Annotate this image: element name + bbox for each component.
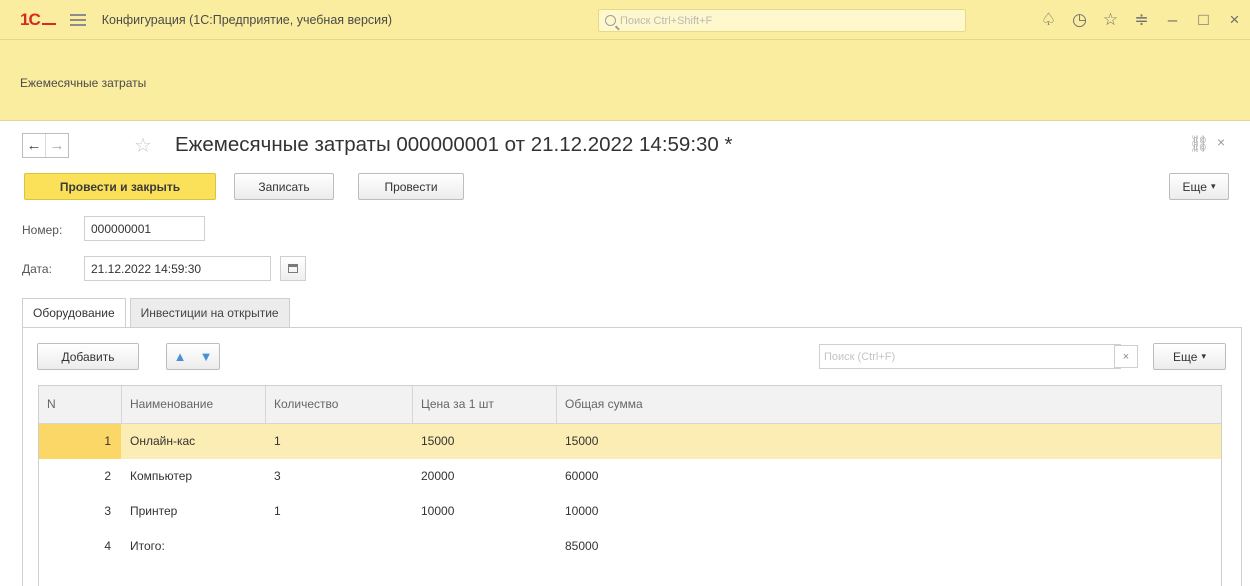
more-button[interactable]: Еще ▾ <box>1169 173 1229 200</box>
row-name[interactable]: Принтер <box>122 494 266 529</box>
table-header: N Наименование Количество Цена за 1 шт О… <box>39 386 1221 424</box>
tab-investments[interactable]: Инвестиции на открытие <box>129 298 290 328</box>
row-price[interactable]: 20000 <box>413 459 557 494</box>
link-icon[interactable]: ⛓ <box>1189 134 1209 154</box>
forward-arrow-icon[interactable]: → <box>45 134 68 157</box>
calendar-icon[interactable] <box>280 256 306 281</box>
row-total[interactable]: 15000 <box>557 424 957 459</box>
section-panel: Ежемесячные затраты <box>0 40 1250 121</box>
close-form-icon[interactable]: × <box>1217 134 1225 150</box>
table-search-input[interactable]: Поиск (Ctrl+F) <box>819 344 1121 369</box>
history-icon[interactable]: ◷ <box>1064 10 1095 30</box>
chevron-down-icon: ▾ <box>1210 181 1216 191</box>
table-row[interactable]: 4 Итого: 85000 <box>39 529 1221 564</box>
row-total[interactable]: 10000 <box>557 494 957 529</box>
post-button[interactable]: Провести <box>358 173 464 200</box>
tab-equipment[interactable]: Оборудование <box>22 298 126 328</box>
minimize-icon[interactable]: – <box>1157 10 1188 30</box>
number-field[interactable]: 000000001 <box>84 216 205 241</box>
global-search-input[interactable]: Поиск Ctrl+Shift+F <box>598 9 966 32</box>
row-number: 3 <box>104 504 111 518</box>
row-quantity[interactable] <box>266 529 413 564</box>
row-number: 4 <box>104 539 111 553</box>
row-number: 1 <box>39 424 121 459</box>
system-icons: ♤ ◷ ☆ ≑ – □ × <box>1033 0 1250 40</box>
header-name[interactable]: Наименование <box>122 386 266 423</box>
header-total[interactable]: Общая сумма <box>557 386 1221 423</box>
date-field[interactable]: 21.12.2022 14:59:30 <box>84 256 271 281</box>
bell-icon[interactable]: ♤ <box>1033 10 1064 30</box>
row-price[interactable] <box>413 529 557 564</box>
maximize-icon[interactable]: □ <box>1188 10 1219 30</box>
settings-icon[interactable]: ≑ <box>1126 10 1157 30</box>
table-row[interactable]: 3 Принтер 1 10000 10000 <box>39 494 1221 529</box>
table-row[interactable]: 2 Компьютер 3 20000 60000 <box>39 459 1221 494</box>
date-label: Дата: <box>22 262 52 276</box>
navigation-buttons: ← → <box>22 133 69 158</box>
row-price[interactable]: 10000 <box>413 494 557 529</box>
logo-text: 1С <box>20 9 41 29</box>
back-arrow-icon[interactable]: ← <box>23 134 45 157</box>
save-button[interactable]: Записать <box>234 173 334 200</box>
number-label: Номер: <box>22 223 63 237</box>
row-total[interactable]: 85000 <box>557 529 957 564</box>
menu-icon[interactable] <box>69 13 86 26</box>
app-logo[interactable]: 1С <box>20 10 56 30</box>
row-quantity[interactable]: 1 <box>266 424 413 459</box>
header-n[interactable]: N <box>39 386 122 423</box>
star-icon[interactable]: ☆ <box>1095 10 1126 30</box>
favorite-star-icon[interactable]: ☆ <box>134 133 152 158</box>
move-up-icon[interactable]: ▲ <box>174 349 187 364</box>
global-search-placeholder: Поиск Ctrl+Shift+F <box>620 14 713 27</box>
move-down-icon[interactable]: ▼ <box>200 349 213 364</box>
row-name[interactable]: Компьютер <box>122 459 266 494</box>
row-name[interactable]: Итого: <box>122 529 266 564</box>
header-price[interactable]: Цена за 1 шт <box>413 386 557 423</box>
equipment-table: N Наименование Количество Цена за 1 шт О… <box>38 385 1222 586</box>
section-link-monthly-costs[interactable]: Ежемесячные затраты <box>20 76 146 90</box>
add-row-button[interactable]: Добавить <box>37 343 139 370</box>
tabs: Оборудование Инвестиции на открытие <box>22 298 290 328</box>
row-name[interactable]: Онлайн-кас <box>122 424 266 459</box>
table-more-label: Еще <box>1173 349 1198 364</box>
header-quantity[interactable]: Количество <box>266 386 413 423</box>
title-bar: 1С Конфигурация (1С:Предприятие, учебная… <box>0 0 1250 40</box>
more-button-label: Еще <box>1182 179 1207 194</box>
search-icon <box>605 15 616 26</box>
move-buttons: ▲ ▼ <box>166 343 220 370</box>
app-title: Конфигурация (1С:Предприятие, учебная ве… <box>101 12 393 27</box>
form-title: Ежемесячные затраты 000000001 от 21.12.2… <box>175 133 733 156</box>
table-row[interactable]: 1 Онлайн-кас 1 15000 15000 <box>39 424 1221 459</box>
row-quantity[interactable]: 1 <box>266 494 413 529</box>
row-total[interactable]: 60000 <box>557 459 957 494</box>
post-and-close-button[interactable]: Провести и закрыть <box>24 173 216 200</box>
close-icon[interactable]: × <box>1219 10 1250 30</box>
table-more-button[interactable]: Еще ▾ <box>1153 343 1226 370</box>
chevron-down-icon: ▾ <box>1201 351 1206 361</box>
row-price[interactable]: 15000 <box>413 424 557 459</box>
clear-search-icon[interactable]: × <box>1114 345 1138 368</box>
row-number: 2 <box>104 469 111 483</box>
row-quantity[interactable]: 3 <box>266 459 413 494</box>
